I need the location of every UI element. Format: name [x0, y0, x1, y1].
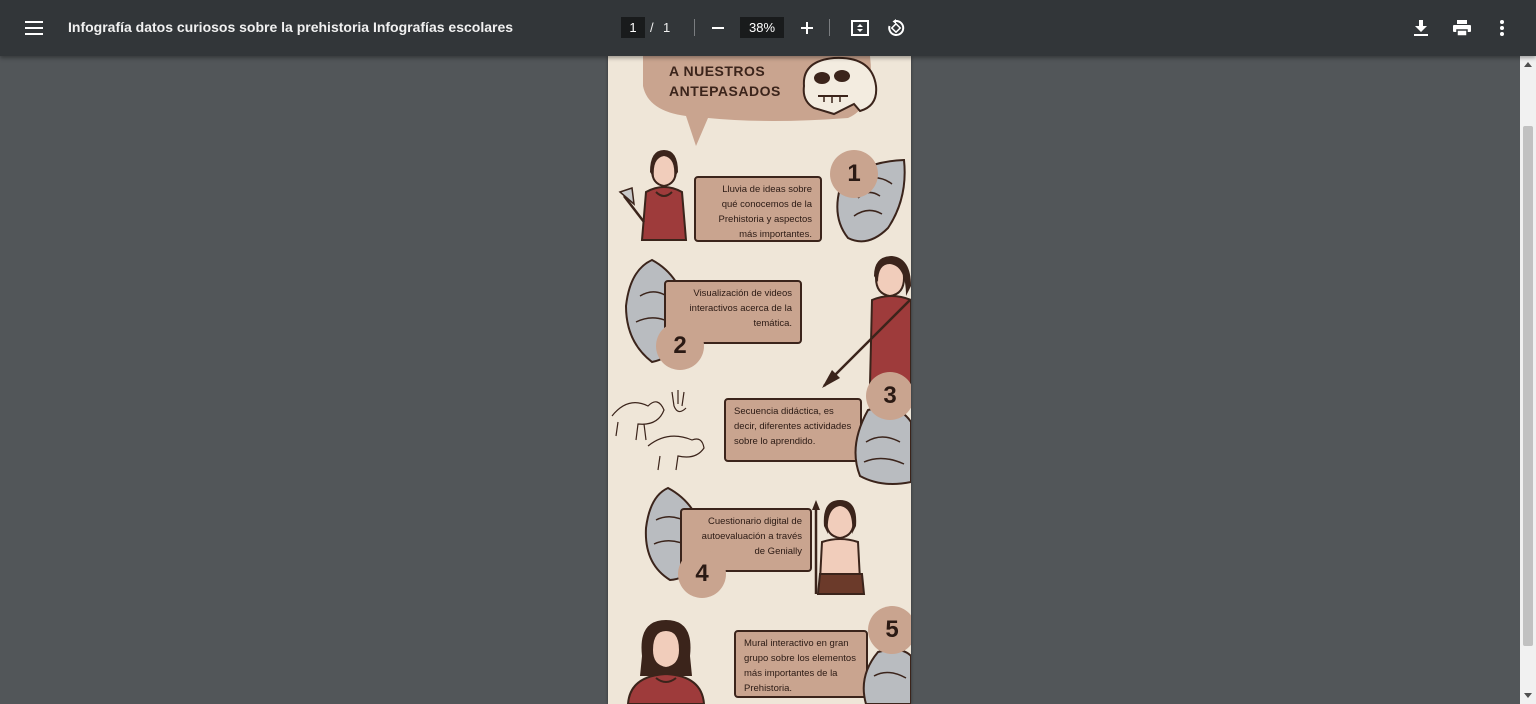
download-icon: [1414, 20, 1428, 36]
pdf-page: A NUESTROS ANTEPASADOS Lluvia de ideas s…: [608, 56, 911, 704]
fit-page-icon: [851, 20, 869, 36]
step-2-number: 2: [656, 322, 704, 370]
print-button[interactable]: [1446, 12, 1478, 44]
page-separator: /: [650, 20, 654, 35]
scroll-up-arrow-icon[interactable]: [1524, 62, 1532, 67]
total-pages: 1: [663, 20, 671, 35]
infographic-headline: A NUESTROS ANTEPASADOS: [669, 61, 781, 101]
headline-line-1: A NUESTROS: [669, 63, 766, 79]
print-icon: [1453, 20, 1471, 36]
step-3-card: Secuencia didáctica, es decir, diferente…: [724, 398, 862, 462]
more-options-button[interactable]: [1486, 12, 1518, 44]
menu-button[interactable]: [18, 12, 50, 44]
zoom-out-button[interactable]: [702, 12, 734, 44]
pdf-toolbar: Infografía datos curiosos sobre la prehi…: [0, 0, 1536, 56]
woman-illustration: [626, 620, 706, 704]
rotate-button[interactable]: [880, 12, 912, 44]
page-number-input[interactable]: 1: [621, 17, 645, 38]
scrollbar-thumb[interactable]: [1523, 126, 1533, 646]
zoom-in-button[interactable]: [791, 12, 823, 44]
step-5-card: Mural interactivo en gran grupo sobre lo…: [734, 630, 868, 698]
document-viewer[interactable]: A NUESTROS ANTEPASADOS Lluvia de ideas s…: [0, 56, 1520, 704]
step-3-number: 3: [866, 372, 911, 420]
step-1-card: Lluvia de ideas sobre qué conocemos de l…: [694, 176, 822, 242]
headline-line-2: ANTEPASADOS: [669, 83, 781, 99]
skull-illustration: [802, 56, 878, 116]
vertical-scrollbar[interactable]: [1520, 56, 1536, 704]
step-5-number: 5: [868, 606, 911, 654]
toolbar-divider: [694, 19, 695, 36]
toolbar-divider: [829, 19, 830, 36]
cave-painting-illustration: [611, 390, 705, 471]
caveman-standing-illustration: [812, 500, 866, 595]
caveman-axe-illustration: [618, 150, 688, 241]
zoom-input[interactable]: 38%: [740, 17, 784, 38]
more-vert-icon: [1500, 20, 1504, 36]
document-title: Infografía datos curiosos sobre la prehi…: [68, 19, 514, 35]
menu-icon: [25, 21, 43, 35]
stone-tool-icon: [862, 648, 911, 704]
zoom-in-icon: [801, 22, 813, 34]
scroll-down-arrow-icon[interactable]: [1524, 693, 1532, 698]
download-button[interactable]: [1405, 12, 1437, 44]
zoom-out-icon: [712, 27, 724, 29]
step-4-number: 4: [678, 550, 726, 598]
step-1-number: 1: [830, 150, 878, 198]
rotate-icon: [888, 19, 905, 36]
fit-page-button[interactable]: [844, 12, 876, 44]
